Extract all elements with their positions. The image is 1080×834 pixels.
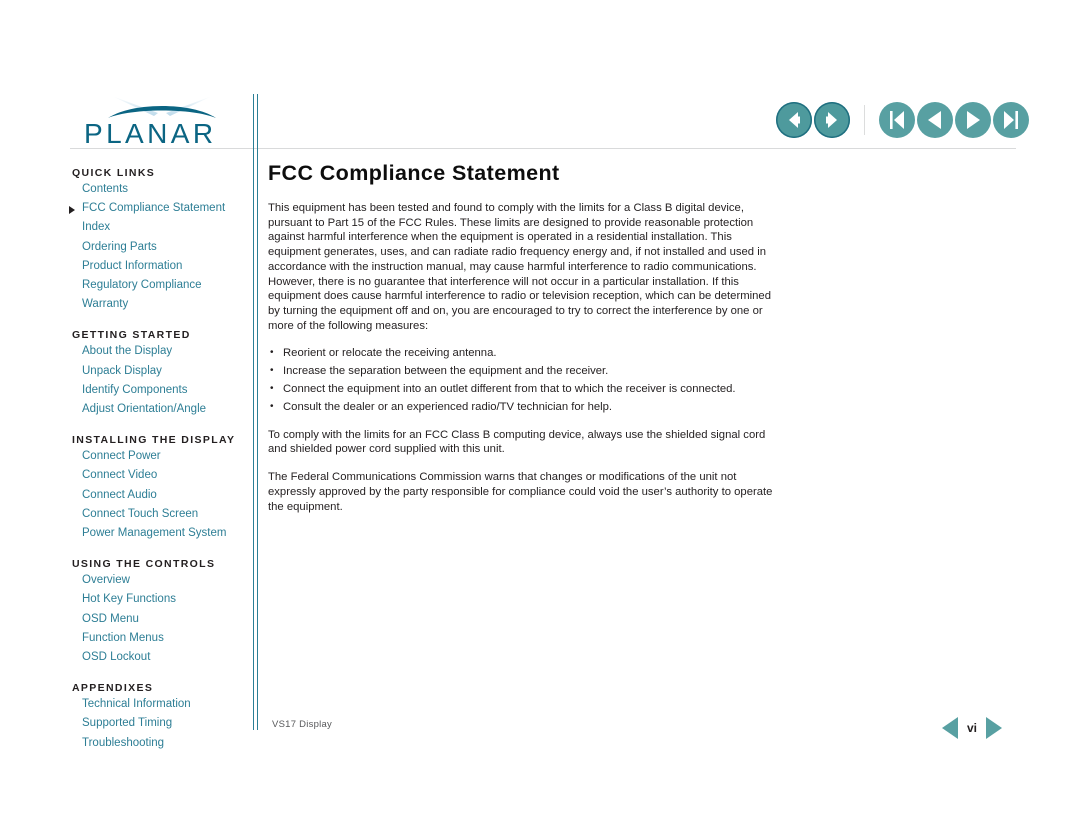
sidebar-divider [253,94,259,730]
measures-list: Reorient or relocate the receiving anten… [268,346,778,414]
document-label: VS17 Display [272,719,333,730]
forward-button[interactable] [814,102,850,138]
page-next-arrow-icon[interactable] [986,717,1003,739]
sidebar-link[interactable]: Connect Touch Screen [72,505,252,524]
planar-logo: PLANAR [84,94,244,152]
header-divider [70,148,1016,149]
arrow-left-circle-icon [789,112,800,128]
sidebar-link[interactable]: FCC Compliance Statement [69,199,252,218]
intro-paragraph: This equipment has been tested and found… [268,202,771,332]
play-back-circle-icon [928,111,941,129]
planar-wordmark: PLANAR [84,118,217,149]
sidebar-link[interactable]: Identify Components [72,381,252,400]
nav-group-separator [864,105,865,135]
skip-forward-circle-icon [1004,111,1018,129]
sidebar-link[interactable]: Adjust Orientation/Angle [72,400,252,419]
sidebar-link[interactable]: Function Menus [72,629,252,648]
sidebar-section-heading: QUICK LINKS [72,167,156,179]
measure-item: Connect the equipment into an outlet dif… [268,382,778,397]
measure-item: Increase the separation between the equi… [268,364,778,379]
first-page-button[interactable] [879,102,915,138]
last-page-button[interactable] [993,102,1029,138]
main-content: FCC Compliance Statement This equipment … [268,160,778,527]
sidebar-link[interactable]: About the Display [72,342,252,361]
skip-back-circle-icon [890,111,904,129]
page-prev-arrow-icon[interactable] [942,717,958,739]
sidebar-section-heading: GETTING STARTED [72,329,191,342]
arrow-right-circle-icon [826,112,837,128]
sidebar-link[interactable]: Troubleshooting [72,734,252,753]
paging-button-group [879,102,1029,138]
next-page-button[interactable] [955,102,991,138]
sidebar-section-heading: USING THE CONTROLS [72,558,216,571]
previous-page-button[interactable] [917,102,953,138]
sidebar-link[interactable]: Ordering Parts [72,238,252,257]
sidebar-section-heading: APPENDIXES [72,682,154,695]
sidebar-link[interactable]: OSD Menu [72,610,252,629]
sidebar-link[interactable]: Unpack Display [72,362,252,381]
sidebar-link[interactable]: Overview [72,571,252,590]
sidebar-link[interactable]: Connect Power [72,447,252,466]
shielded-cord-paragraph: To comply with the limits for an FCC Cla… [268,428,766,456]
sidebar-link[interactable]: Supported Timing [72,714,252,733]
top-navigation-bar [776,101,1029,139]
measure-item: Consult the dealer or an experienced rad… [268,400,778,415]
sidebar-link[interactable]: Power Management System [72,524,252,543]
fcc-warning-paragraph: The Federal Communications Commission wa… [268,471,773,513]
document-page: PLANAR QUICK LINKS Contents FCC Complian… [0,0,1080,834]
history-button-group [776,102,850,138]
sidebar-link[interactable]: Warranty [72,295,252,314]
sidebar-link[interactable]: OSD Lockout [72,648,252,667]
sidebar-link[interactable]: Technical Information [72,695,252,714]
sidebar-link[interactable]: Regulatory Compliance [72,276,252,295]
measure-item: Reorient or relocate the receiving anten… [268,346,778,361]
sidebar-section-heading: INSTALLING THE DISPLAY [72,434,236,447]
sidebar-link[interactable]: Hot Key Functions [72,590,252,609]
back-button[interactable] [776,102,812,138]
sidebar-link[interactable]: Connect Video [72,466,252,485]
play-forward-circle-icon [967,111,980,129]
quick-links-sidebar: QUICK LINKS Contents FCC Compliance Statem… [69,166,252,753]
page-number: vi [967,721,978,735]
sidebar-link[interactable]: Connect Audio [72,486,252,505]
page-title: FCC Compliance Statement [268,161,560,185]
sidebar-link[interactable]: Contents [72,180,252,199]
sidebar-link[interactable]: Index [72,218,252,237]
sidebar-link[interactable]: Product Information [72,257,252,276]
page-navigation: vi [942,714,1003,742]
